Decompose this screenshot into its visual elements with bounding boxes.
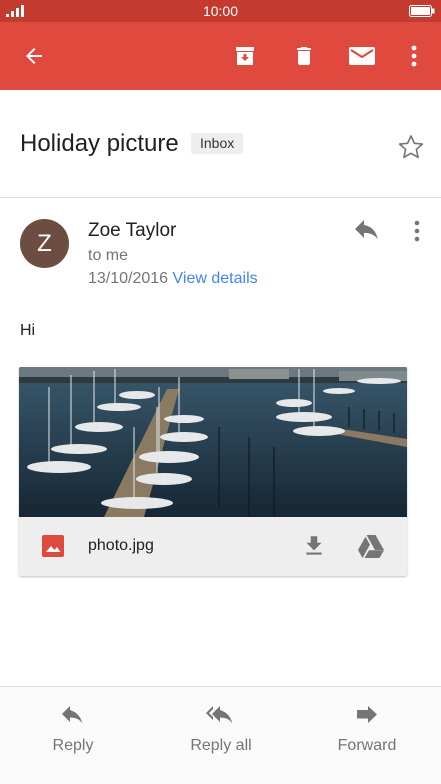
forward-button[interactable]: Forward	[312, 705, 422, 755]
save-to-drive-icon[interactable]	[357, 532, 385, 560]
archive-icon	[236, 47, 254, 65]
more-options-button[interactable]	[394, 36, 434, 76]
inbox-label[interactable]: Inbox	[191, 133, 244, 154]
status-time: 10:00	[202, 3, 239, 19]
sender-name: Zoe Taylor	[88, 220, 177, 241]
mark-unread-button[interactable]	[342, 36, 382, 76]
recipient-text: to me	[88, 247, 129, 264]
attachment-filename: photo.jpg	[88, 537, 154, 554]
reply-label: Reply	[52, 737, 94, 754]
star-icon[interactable]	[397, 133, 425, 161]
reply-all-label: Reply all	[190, 737, 252, 754]
arrow-back-icon	[26, 48, 42, 64]
battery-icon	[409, 5, 435, 17]
delete-button[interactable]	[284, 36, 324, 76]
forward-icon	[357, 706, 377, 723]
trash-icon	[297, 47, 311, 65]
reply-button[interactable]: Reply	[18, 705, 128, 755]
message-date: 13/10/2016	[88, 270, 169, 287]
date-row: 13/10/2016 View details	[88, 270, 258, 288]
subject-row: Holiday picture Inbox	[0, 90, 441, 198]
more-vert-icon	[411, 45, 417, 67]
view-details-link[interactable]: View details	[173, 270, 258, 287]
message-more-icon[interactable]	[405, 218, 429, 244]
app-bar	[0, 22, 441, 90]
message-subject: Holiday picture	[20, 130, 179, 157]
attachment-card[interactable]: photo.jpg	[19, 367, 407, 576]
reply-all-button[interactable]: Reply all	[166, 705, 276, 755]
archive-button[interactable]	[225, 36, 265, 76]
image-file-icon	[42, 535, 64, 557]
reply-icon[interactable]	[352, 219, 384, 243]
attachment-bar: photo.jpg	[19, 517, 407, 576]
message-body: Hi	[20, 322, 36, 339]
bottom-action-bar: Reply Reply all Forward	[0, 686, 441, 784]
message-header: Z Zoe Taylor to me 13/10/2016 View detai…	[0, 199, 441, 299]
back-button[interactable]	[14, 36, 54, 76]
download-icon[interactable]	[301, 533, 327, 559]
reply-icon	[62, 706, 83, 724]
avatar[interactable]: Z	[20, 219, 69, 268]
reply-all-icon	[206, 706, 233, 724]
forward-label: Forward	[337, 737, 397, 754]
mail-icon	[349, 47, 375, 65]
status-bar: 10:00	[0, 0, 441, 22]
attachment-thumbnail-image[interactable]	[19, 367, 407, 517]
